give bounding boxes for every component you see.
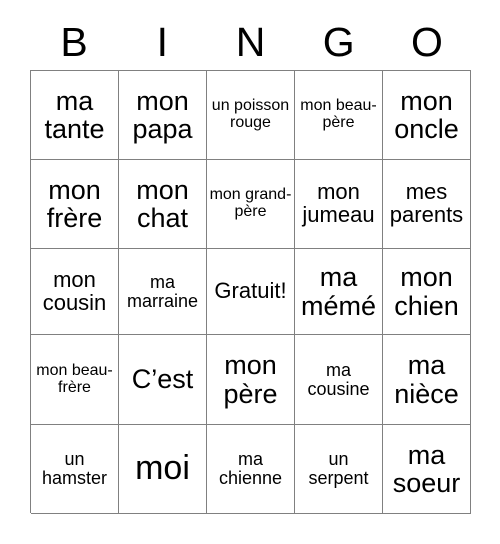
bingo-cell-label: mon cousin [42,266,107,315]
bingo-cell-n5[interactable]: ma chienne [207,425,295,514]
bingo-cell-o5[interactable]: ma soeur [383,425,471,514]
bingo-cell-label: mon grand-père [209,186,292,220]
bingo-cell-o4[interactable]: ma nièce [383,335,471,425]
bingo-cell-label: ma soeur [392,439,461,498]
bingo-cell-label: mes parents [389,179,464,227]
bingo-cell-o2[interactable]: mes parents [383,160,471,249]
bingo-cell-label: ma chienne [218,449,283,488]
bingo-cell-label: ma cousine [307,359,370,399]
header-letter-o: O [410,18,443,65]
bingo-cell-b3[interactable]: mon cousin [31,249,119,335]
bingo-cell-label: ma tante [44,85,105,144]
bingo-cell-b2[interactable]: mon frère [31,160,119,249]
bingo-cell-g2[interactable]: mon jumeau [295,160,383,249]
bingo-cell-b5[interactable]: un hamster [31,425,119,514]
bingo-cell-label: ma marraine [126,271,199,311]
bingo-cell-label: mon oncle [394,85,459,144]
bingo-cell-g3[interactable]: ma mémé [295,249,383,335]
bingo-cell-label: Gratuit! [214,278,287,304]
bingo-cell-i5[interactable]: moi [119,425,207,514]
bingo-cell-label: mon papa [132,85,193,144]
header-letter-b: B [60,18,88,65]
bingo-cell-g4[interactable]: ma cousine [295,335,383,425]
bingo-cell-label: mon beau-père [300,97,377,131]
bingo-cell-b4[interactable]: mon beau-frère [31,335,119,425]
bingo-cell-label: ma mémé [300,262,376,321]
bingo-cell-free-space[interactable]: Gratuit! [207,249,295,335]
bingo-header-row: B I N G O [30,16,471,68]
bingo-card: B I N G O ma tante mon papa un poisson r… [0,0,500,544]
bingo-cell-label: mon chat [136,174,189,233]
bingo-cell-g1[interactable]: mon beau-père [295,71,383,160]
bingo-cell-label: mon jumeau [302,179,375,227]
bingo-cell-n1[interactable]: un poisson rouge [207,71,295,160]
header-letter-i: I [156,18,168,65]
bingo-cell-i4[interactable]: C’est [119,335,207,425]
bingo-cell-n2[interactable]: mon grand-père [207,160,295,249]
bingo-cell-label: mon frère [46,174,103,233]
bingo-cell-b1[interactable]: ma tante [31,71,119,160]
header-letter-g: G [322,18,355,65]
bingo-cell-i3[interactable]: ma marraine [119,249,207,335]
bingo-cell-n4[interactable]: mon père [207,335,295,425]
bingo-cell-o3[interactable]: mon chien [383,249,471,335]
bingo-grid: ma tante mon papa un poisson rouge mon b… [30,70,471,514]
bingo-cell-o1[interactable]: mon oncle [383,71,471,160]
bingo-cell-label: mon père [223,350,278,409]
bingo-cell-label: un poisson rouge [211,97,290,131]
bingo-cell-i1[interactable]: mon papa [119,71,207,160]
bingo-cell-label: un hamster [41,449,108,488]
bingo-cell-label: mon beau-frère [36,361,113,396]
bingo-cell-label: mon chien [394,262,459,321]
bingo-cell-label: un serpent [308,449,369,488]
bingo-cell-i2[interactable]: mon chat [119,160,207,249]
bingo-cell-label: ma nièce [394,350,459,409]
header-letter-n: N [235,18,266,65]
bingo-cell-label: moi [135,449,190,488]
bingo-cell-label: C’est [131,364,194,395]
bingo-cell-g5[interactable]: un serpent [295,425,383,514]
